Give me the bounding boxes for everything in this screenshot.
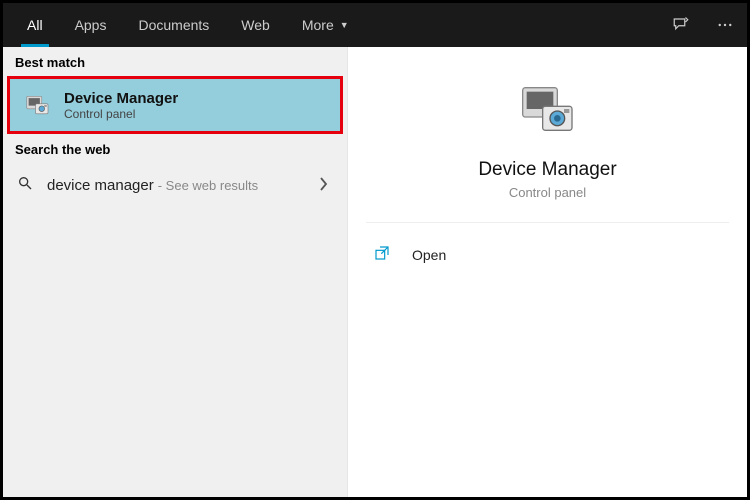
web-search-result[interactable]: device manager - See web results xyxy=(3,163,347,208)
chevron-right-icon xyxy=(319,177,329,194)
results-panel: Best match Device Manager Control panel … xyxy=(3,47,348,497)
open-action[interactable]: Open xyxy=(356,235,739,274)
detail-title: Device Manager xyxy=(478,159,616,181)
tab-apps-label: Apps xyxy=(75,17,107,33)
best-match-title: Device Manager xyxy=(64,90,178,107)
tab-all[interactable]: All xyxy=(11,3,59,47)
tab-all-label: All xyxy=(27,17,43,33)
tab-apps[interactable]: Apps xyxy=(59,3,123,47)
tab-web-label: Web xyxy=(241,17,270,33)
search-icon xyxy=(17,175,35,196)
best-match-result[interactable]: Device Manager Control panel xyxy=(7,76,343,134)
tab-more-label: More xyxy=(302,17,334,33)
open-icon xyxy=(374,245,394,264)
search-web-heading: Search the web xyxy=(3,134,347,163)
tab-web[interactable]: Web xyxy=(225,3,286,47)
device-manager-icon-large xyxy=(516,77,580,141)
feedback-icon[interactable] xyxy=(659,3,703,47)
device-manager-icon xyxy=(22,89,54,121)
web-query: device manager xyxy=(47,177,154,194)
search-tabs: All Apps Documents Web More ▼ xyxy=(3,3,747,47)
detail-panel: Device Manager Control panel Open xyxy=(348,47,747,497)
chevron-down-icon: ▼ xyxy=(340,20,349,30)
web-suffix: - See web results xyxy=(158,178,258,193)
tab-documents[interactable]: Documents xyxy=(122,3,225,47)
tab-more[interactable]: More ▼ xyxy=(286,3,365,47)
open-label: Open xyxy=(412,247,446,263)
best-match-heading: Best match xyxy=(3,47,347,76)
best-match-subtitle: Control panel xyxy=(64,107,178,121)
detail-subtitle: Control panel xyxy=(509,185,586,200)
tab-documents-label: Documents xyxy=(138,17,209,33)
more-options-icon[interactable] xyxy=(703,3,747,47)
